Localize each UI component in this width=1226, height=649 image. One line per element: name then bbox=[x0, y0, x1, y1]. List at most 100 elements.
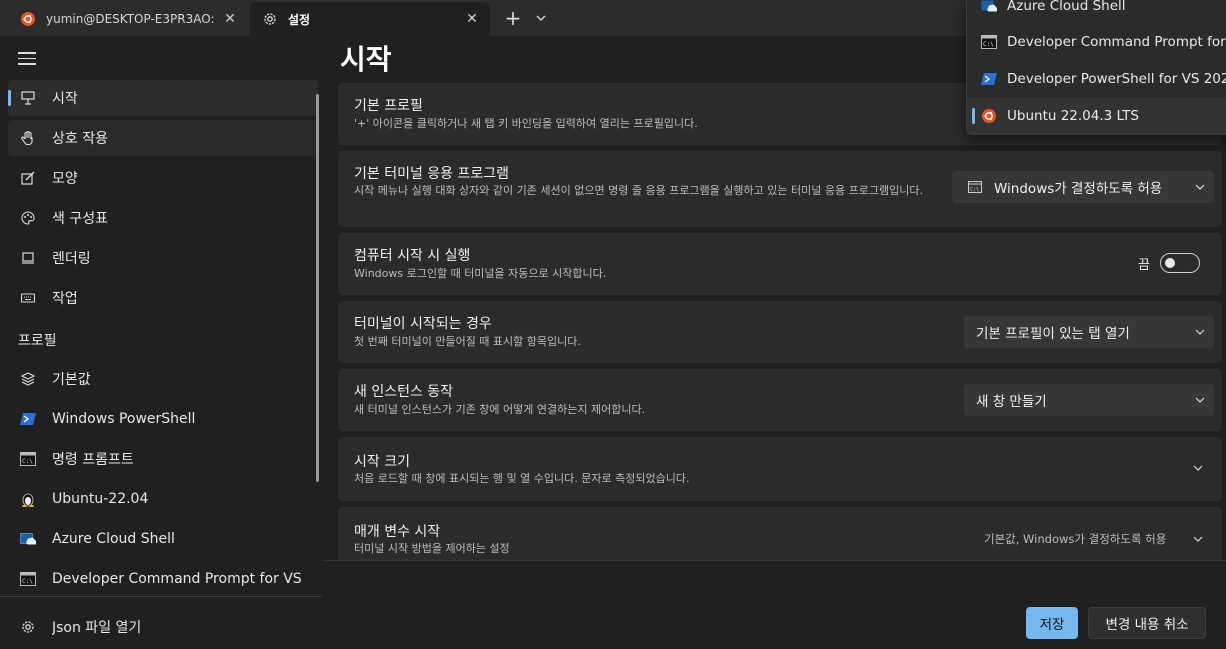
palette-icon bbox=[18, 208, 38, 228]
setting-title: 컴퓨터 시작 시 실행 bbox=[354, 248, 471, 264]
close-icon[interactable]: ✕ bbox=[218, 11, 242, 27]
tab-label: yumin@DESKTOP-E3PR3AO: ~ bbox=[46, 12, 218, 26]
setting-summary: 기본값, Windows가 결정하도록 허용 bbox=[984, 532, 1167, 546]
dropdown-item-label: Developer Command Prompt for VS 2022 bbox=[1007, 34, 1226, 50]
sidebar-item-appearance[interactable]: 모양 bbox=[8, 160, 318, 196]
sidebar-item-label: 모양 bbox=[52, 171, 78, 187]
tab-label: 설정 bbox=[288, 12, 311, 27]
new-instance-select[interactable]: 새 창 만들기 bbox=[964, 384, 1214, 416]
sidebar-item-label: Developer Command Prompt for VS 2022 bbox=[52, 571, 302, 587]
sidebar-item-label: 작업 bbox=[52, 291, 78, 307]
setting-title: 터미널이 시작되는 경우 bbox=[354, 316, 492, 332]
dropdown-item-dev-cmd[interactable]: C:\ Developer Command Prompt for VS 2022 bbox=[967, 24, 1226, 60]
svg-text:C:\: C:\ bbox=[22, 458, 33, 465]
hamburger-menu-icon[interactable] bbox=[18, 52, 36, 66]
azure-icon bbox=[18, 529, 38, 549]
setting-new-instance-behavior: 새 인스턴스 동작 새 터미널 인스턴스가 기존 창에 어떻게 연결하는지 제어… bbox=[338, 369, 1222, 431]
sidebar-profile-powershell[interactable]: Windows PowerShell bbox=[8, 401, 318, 437]
selection-indicator bbox=[972, 108, 975, 124]
linux-icon bbox=[18, 489, 38, 509]
toggle-knob bbox=[1164, 257, 1175, 268]
discard-changes-button[interactable]: 변경 내용 취소 bbox=[1088, 607, 1206, 639]
dropdown-item-label: Developer PowerShell for VS 2022 bbox=[1007, 71, 1226, 87]
setting-launch-mode: 터미널이 시작되는 경우 첫 번째 터미널이 만들어질 때 표시할 항목입니다.… bbox=[338, 301, 1222, 363]
sidebar-item-interaction[interactable]: 상호 작용 bbox=[8, 120, 318, 156]
chevron-down-icon bbox=[1186, 397, 1214, 403]
setting-description: 처음 로드할 때 창에 표시되는 행 및 열 수입니다. 문자로 측정되었습니다… bbox=[354, 472, 690, 485]
setting-title: 기본 터미널 응용 프로그램 bbox=[354, 166, 510, 182]
sidebar-profile-ubuntu[interactable]: Ubuntu-22.04 bbox=[8, 481, 318, 517]
sidebar-divider bbox=[0, 596, 322, 597]
sidebar-item-rendering[interactable]: 렌더링 bbox=[8, 240, 318, 276]
setting-launch-size[interactable]: 시작 크기 처음 로드할 때 창에 표시되는 행 및 열 수입니다. 문자로 측… bbox=[338, 437, 1222, 501]
tab-ubuntu[interactable]: yumin@DESKTOP-E3PR3AO: ~ ✕ bbox=[8, 2, 248, 36]
layers-icon bbox=[18, 369, 38, 389]
ubuntu-icon bbox=[20, 11, 36, 27]
sidebar-profile-defaults[interactable]: 기본값 bbox=[8, 361, 318, 397]
setting-description: '+' 아이콘을 클릭하거나 새 탭 키 바인딩을 입력하여 열리는 프로필입니… bbox=[354, 117, 698, 130]
dropdown-item-label: Ubuntu 22.04.3 LTS bbox=[1007, 108, 1140, 124]
setting-default-terminal: 기본 터미널 응용 프로그램 시작 메뉴나 실행 대화 상자와 같이 기존 세션… bbox=[338, 151, 1222, 227]
sidebar-item-start[interactable]: 시작 bbox=[8, 80, 318, 116]
dropdown-item-ubuntu[interactable]: Ubuntu 22.04.3 LTS bbox=[967, 98, 1226, 134]
hand-icon bbox=[18, 128, 38, 148]
sidebar-item-actions[interactable]: 작업 bbox=[8, 280, 318, 316]
select-value: 기본 프로필이 있는 탭 열기 bbox=[976, 326, 1130, 342]
svg-text:C:\: C:\ bbox=[22, 578, 33, 585]
dropdown-item-dev-powershell[interactable]: Developer PowerShell for VS 2022 bbox=[967, 61, 1226, 97]
toggle-switch[interactable] bbox=[1159, 253, 1200, 273]
sidebar-item-label: 시작 bbox=[52, 91, 78, 107]
terminal-icon: C:\ bbox=[968, 181, 982, 193]
footer-bar: 저장 변경 내용 취소 bbox=[322, 560, 1226, 649]
new-tab-button[interactable]: + bbox=[500, 4, 526, 32]
sidebar-item-label: 상호 작용 bbox=[52, 131, 108, 147]
sidebar-scrollbar[interactable] bbox=[316, 94, 319, 482]
sidebar-profile-dev-cmd[interactable]: C:\ Developer Command Prompt for VS 2022 bbox=[8, 561, 318, 597]
save-button[interactable]: 저장 bbox=[1026, 607, 1078, 639]
close-icon[interactable]: ✕ bbox=[460, 11, 484, 27]
setting-description: 터미널 시작 방법을 제어하는 설정 bbox=[354, 542, 510, 555]
svg-text:C:\: C:\ bbox=[970, 187, 979, 193]
appearance-icon bbox=[18, 168, 38, 188]
toggle-state-label: 끔 bbox=[1138, 257, 1150, 273]
launch-mode-select[interactable]: 기본 프로필이 있는 탭 열기 bbox=[964, 316, 1214, 348]
launch-on-startup-toggle[interactable]: 끔 bbox=[1138, 253, 1200, 273]
setting-description: Windows 로그인할 때 터미널을 자동으로 시작합니다. bbox=[354, 267, 607, 280]
sidebar-profile-cmd[interactable]: C:\ 명령 프롬프트 bbox=[8, 441, 318, 477]
cmd-icon: C:\ bbox=[18, 449, 38, 469]
sidebar-item-label: 렌더링 bbox=[52, 251, 91, 267]
dropdown-item-azure[interactable]: Azure Cloud Shell bbox=[967, 0, 1226, 24]
selection-indicator bbox=[8, 90, 11, 106]
keyboard-icon bbox=[18, 288, 38, 308]
default-terminal-select[interactable]: C:\ Windows가 결정하도록 허용 bbox=[952, 171, 1214, 203]
chevron-down-icon bbox=[1186, 184, 1214, 190]
sidebar-profile-azure[interactable]: Azure Cloud Shell bbox=[8, 521, 318, 557]
dropdown-item-label: Azure Cloud Shell bbox=[1007, 0, 1126, 14]
monitor-icon bbox=[18, 248, 38, 268]
setting-description: 새 터미널 인스턴스가 기존 창에 어떻게 연결하는지 제어합니다. bbox=[354, 403, 646, 416]
powershell-icon bbox=[18, 409, 38, 429]
svg-text:C:\: C:\ bbox=[983, 41, 994, 48]
select-value: 새 창 만들기 bbox=[976, 394, 1047, 410]
sidebar-item-color-schemes[interactable]: 색 구성표 bbox=[8, 200, 318, 236]
sidebar-item-label: Ubuntu-22.04 bbox=[52, 491, 149, 507]
sidebar-item-label: 기본값 bbox=[52, 372, 91, 388]
open-json-file-button[interactable]: Json 파일 열기 bbox=[8, 609, 318, 645]
sidebar-item-label: 색 구성표 bbox=[52, 211, 108, 227]
setting-title: 기본 프로필 bbox=[354, 98, 423, 114]
select-value: Windows가 결정하도록 허용 bbox=[994, 181, 1163, 197]
expand-chevron-icon[interactable] bbox=[1193, 465, 1203, 471]
tab-settings[interactable]: 설정 ✕ bbox=[250, 2, 490, 36]
chevron-down-icon bbox=[1186, 329, 1214, 335]
setting-description: 시작 메뉴나 실행 대화 상자와 같이 기존 세션이 없으면 명령 줄 응용 프… bbox=[354, 184, 923, 197]
setting-launch-on-startup: 컴퓨터 시작 시 실행 Windows 로그인할 때 터미널을 자동으로 시작합… bbox=[338, 233, 1222, 295]
start-icon bbox=[18, 88, 38, 108]
cmd-icon: C:\ bbox=[18, 569, 38, 589]
chevron-down-icon bbox=[536, 15, 546, 21]
cmd-icon: C:\ bbox=[981, 34, 997, 50]
gear-icon bbox=[18, 617, 38, 637]
setting-title: 시작 크기 bbox=[354, 454, 410, 470]
expand-chevron-icon[interactable] bbox=[1193, 536, 1203, 542]
tab-dropdown-button[interactable] bbox=[530, 4, 552, 32]
default-profile-dropdown: Azure Cloud Shell C:\ Developer Command … bbox=[966, 0, 1226, 135]
